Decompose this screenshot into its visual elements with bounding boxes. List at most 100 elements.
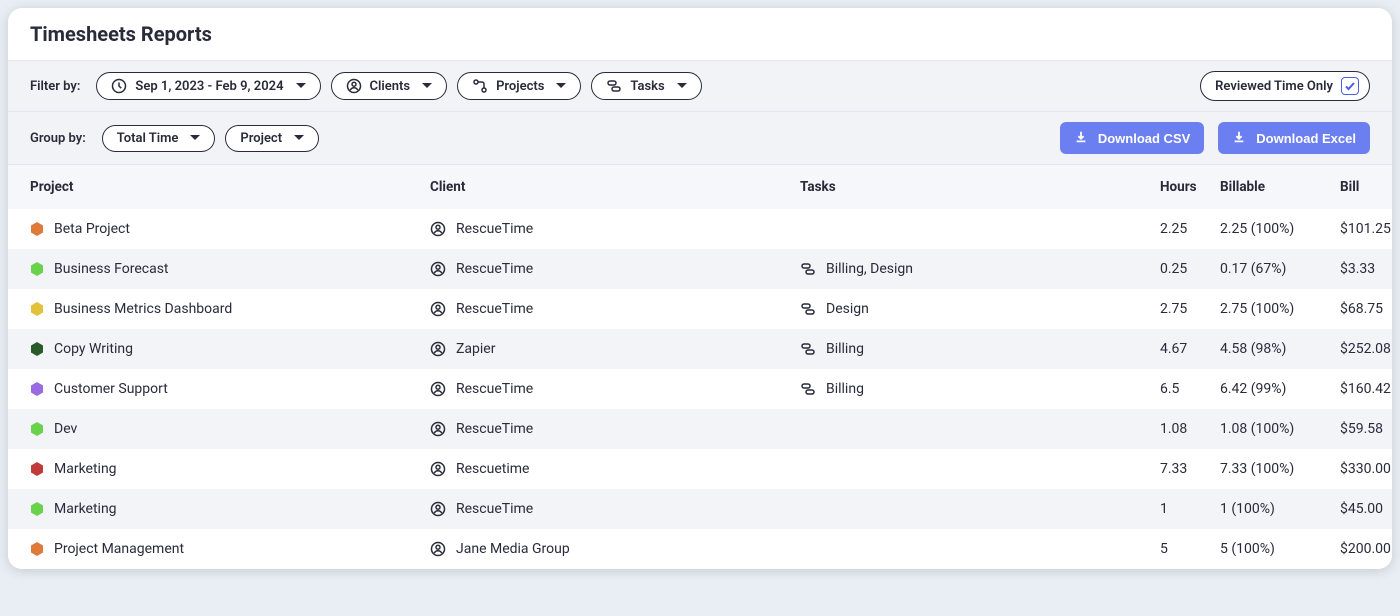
download-csv-button[interactable]: Download CSV xyxy=(1060,122,1204,154)
col-project: Project xyxy=(30,179,430,195)
tasks-filter[interactable]: Tasks xyxy=(591,72,701,100)
project-name: Copy Writing xyxy=(54,341,133,357)
cell-bill: $59.58 xyxy=(1340,421,1392,437)
client-name: RescueTime xyxy=(456,381,533,397)
table-row[interactable]: Project Management Jane Media Group 5 5 … xyxy=(8,529,1392,569)
group-total-time-label: Total Time xyxy=(117,131,179,146)
cell-hours: 2.25 xyxy=(1160,221,1220,237)
cell-hours: 5 xyxy=(1160,541,1220,557)
table-row[interactable]: Marketing Rescuetime 7.33 7.33 (100%) $3… xyxy=(8,449,1392,489)
table-row[interactable]: Dev RescueTime 1.08 1.08 (100%) $59.58 xyxy=(8,409,1392,449)
cell-bill: $68.75 xyxy=(1340,301,1392,317)
cell-bill: $330.00 xyxy=(1340,461,1392,477)
cell-billable: 0.17 (67%) xyxy=(1220,261,1340,277)
cell-project: Marketing xyxy=(30,501,430,517)
group-project-label: Project xyxy=(240,131,282,146)
cell-bill: $160.42 xyxy=(1340,381,1392,397)
cell-tasks: Billing, Design xyxy=(800,261,1160,277)
client-name: RescueTime xyxy=(456,221,533,237)
table-row[interactable]: Copy Writing Zapier Billing 4.67 4.58 (9… xyxy=(8,329,1392,369)
cell-hours: 1 xyxy=(1160,501,1220,517)
cell-project: Copy Writing xyxy=(30,341,430,357)
tasks-filter-label: Tasks xyxy=(630,79,664,94)
cell-client: RescueTime xyxy=(430,381,800,397)
client-name: Zapier xyxy=(456,341,495,357)
person-icon xyxy=(430,501,446,517)
tasks-icon xyxy=(800,381,816,397)
titlebar: Timesheets Reports xyxy=(8,8,1392,61)
cell-project: Dev xyxy=(30,421,430,437)
tasks-text: Billing, Design xyxy=(826,261,913,277)
cell-bill: $252.08 xyxy=(1340,341,1392,357)
cell-bill: $101.25 xyxy=(1340,221,1392,237)
table-row[interactable]: Business Forecast RescueTime Billing, De… xyxy=(8,249,1392,289)
project-color-icon xyxy=(30,222,44,236)
download-csv-label: Download CSV xyxy=(1098,131,1190,146)
project-color-icon xyxy=(30,422,44,436)
person-icon xyxy=(430,421,446,437)
cell-hours: 7.33 xyxy=(1160,461,1220,477)
cell-client: RescueTime xyxy=(430,421,800,437)
chevron-down-icon xyxy=(296,83,306,89)
cell-billable: 4.58 (98%) xyxy=(1220,341,1340,357)
cell-client: Rescuetime xyxy=(430,461,800,477)
group-row: Group by: Total Time Project Download CS… xyxy=(8,112,1392,165)
person-icon xyxy=(430,301,446,317)
chevron-down-icon xyxy=(422,83,432,89)
clients-filter[interactable]: Clients xyxy=(331,72,448,100)
reviewed-label: Reviewed Time Only xyxy=(1215,79,1333,94)
col-tasks: Tasks xyxy=(800,179,1160,195)
cell-project: Project Management xyxy=(30,541,430,557)
cell-project: Business Forecast xyxy=(30,261,430,277)
cell-client: RescueTime xyxy=(430,221,800,237)
projects-filter[interactable]: Projects xyxy=(457,72,581,100)
tasks-icon xyxy=(800,261,816,277)
reviewed-time-only-toggle[interactable]: Reviewed Time Only xyxy=(1200,71,1370,101)
person-icon xyxy=(430,341,446,357)
cell-tasks: Design xyxy=(800,301,1160,317)
cell-billable: 1.08 (100%) xyxy=(1220,421,1340,437)
cell-client: RescueTime xyxy=(430,261,800,277)
client-name: RescueTime xyxy=(456,501,533,517)
project-name: Business Metrics Dashboard xyxy=(54,301,232,317)
table-header: Project Client Tasks Hours Billable Bill xyxy=(8,165,1392,209)
cell-bill: $3.33 xyxy=(1340,261,1392,277)
cell-billable: 2.25 (100%) xyxy=(1220,221,1340,237)
cell-hours: 4.67 xyxy=(1160,341,1220,357)
cell-client: RescueTime xyxy=(430,301,800,317)
person-icon xyxy=(430,261,446,277)
table-body: Beta Project RescueTime 2.25 2.25 (100%)… xyxy=(8,209,1392,569)
cell-client: Zapier xyxy=(430,341,800,357)
download-icon xyxy=(1232,130,1248,146)
project-color-icon xyxy=(30,302,44,316)
project-color-icon xyxy=(30,382,44,396)
person-icon xyxy=(430,221,446,237)
table-row[interactable]: Beta Project RescueTime 2.25 2.25 (100%)… xyxy=(8,209,1392,249)
chevron-down-icon xyxy=(190,135,200,141)
reviewed-checkbox[interactable] xyxy=(1341,77,1359,95)
chevron-down-icon xyxy=(294,135,304,141)
clients-filter-label: Clients xyxy=(370,79,411,94)
person-icon xyxy=(430,461,446,477)
table-row[interactable]: Business Metrics Dashboard RescueTime De… xyxy=(8,289,1392,329)
client-name: RescueTime xyxy=(456,421,533,437)
cell-client: RescueTime xyxy=(430,501,800,517)
cell-billable: 1 (100%) xyxy=(1220,501,1340,517)
project-name: Beta Project xyxy=(54,221,130,237)
filter-label: Filter by: xyxy=(30,79,80,94)
chevron-down-icon xyxy=(677,83,687,89)
table-row[interactable]: Marketing RescueTime 1 1 (100%) $45.00 xyxy=(8,489,1392,529)
project-color-icon xyxy=(30,542,44,556)
table-row[interactable]: Customer Support RescueTime Billing 6.5 … xyxy=(8,369,1392,409)
group-total-time[interactable]: Total Time xyxy=(102,125,216,152)
group-label: Group by: xyxy=(30,131,86,146)
col-hours: Hours xyxy=(1160,179,1220,195)
download-excel-button[interactable]: Download Excel xyxy=(1218,122,1370,154)
cell-hours: 0.25 xyxy=(1160,261,1220,277)
cell-hours: 1.08 xyxy=(1160,421,1220,437)
date-range-filter[interactable]: Sep 1, 2023 - Feb 9, 2024 xyxy=(96,72,320,100)
group-project[interactable]: Project xyxy=(225,125,319,152)
cell-project: Beta Project xyxy=(30,221,430,237)
cell-billable: 2.75 (100%) xyxy=(1220,301,1340,317)
client-name: RescueTime xyxy=(456,261,533,277)
